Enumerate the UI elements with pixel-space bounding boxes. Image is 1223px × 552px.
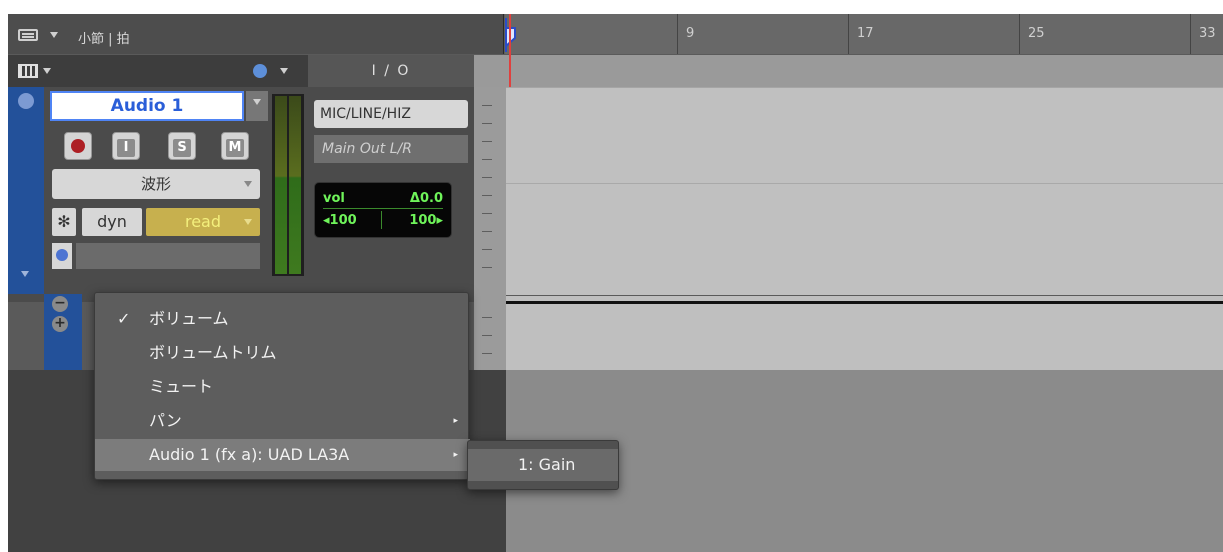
vol-divider [323, 208, 443, 209]
plus-icon[interactable]: + [52, 316, 68, 332]
submenu-item-gain[interactable]: 1: Gain [468, 449, 618, 481]
input-label: I [117, 139, 135, 157]
plugin-parameter-submenu: 1: Gain [467, 440, 619, 490]
gutter-tick [482, 213, 492, 214]
minus-icon[interactable]: − [52, 296, 68, 312]
submenu-arrow-icon: ▸ [453, 450, 458, 460]
ruler-gutter [474, 87, 506, 370]
chevron-down-icon[interactable] [50, 32, 58, 38]
automation-lane-menu: ✓ ボリューム ボリュームトリム ミュート パン ▸ Audio 1 (fx a… [94, 292, 470, 480]
gutter-tick [482, 231, 492, 232]
bars-icon[interactable] [18, 29, 38, 41]
gutter-tick [482, 249, 492, 250]
solo-label: S [173, 139, 191, 157]
bar-number: 17 [857, 26, 874, 41]
volume-pan-display[interactable]: vol Δ0.0 ◂100 100▸ [314, 182, 452, 238]
record-icon [71, 139, 85, 153]
menu-item-volume-trim[interactable]: ボリュームトリム [95, 337, 470, 369]
gutter-tick [482, 105, 492, 106]
chevron-down-icon [253, 99, 261, 105]
track-color-bar-lower: − + [44, 294, 82, 372]
meter-right [289, 96, 301, 274]
track-name-dropdown[interactable] [246, 91, 268, 121]
bar-number: 25 [1028, 26, 1045, 41]
automation-lane[interactable] [506, 296, 1223, 370]
bar-number: 33 [1199, 26, 1216, 41]
menu-item-label: パン [149, 411, 182, 430]
bar-tick [848, 14, 849, 54]
elastic-audio-button[interactable]: ✻ [52, 208, 76, 236]
track-name-field[interactable]: Audio 1 [50, 91, 244, 121]
meter-left [275, 96, 287, 274]
menu-item-label: ボリュームトリム [149, 343, 277, 362]
blue-circle-icon[interactable] [52, 243, 72, 269]
pan-divider [381, 211, 382, 229]
track-minimize-icon[interactable] [18, 93, 34, 109]
check-icon: ✓ [117, 309, 131, 328]
menu-item-label: ミュート [149, 377, 214, 396]
menu-item-mute[interactable]: ミュート [95, 371, 470, 403]
volume-automation-line[interactable] [506, 301, 1223, 304]
column-header-row: I / O [8, 55, 1223, 87]
input-select[interactable]: MIC/LINE/HIZ [314, 100, 468, 128]
chevron-down-icon[interactable] [280, 68, 288, 74]
menu-item-label: ボリューム [149, 309, 229, 328]
mute-label: M [226, 139, 244, 157]
gutter-tick [482, 267, 492, 268]
menu-item-volume[interactable]: ✓ ボリューム [95, 303, 470, 335]
chevron-down-icon [244, 181, 252, 187]
solo-button[interactable]: S [168, 132, 196, 160]
menu-item-label: Audio 1 (fx a): UAD LA3A [149, 445, 350, 464]
gutter-tick [482, 195, 492, 196]
gutter-tick [482, 317, 492, 318]
pro-tools-edit-window: 小節 | 拍 9 17 25 33 I / O − + Audio 1 I S … [8, 14, 1223, 552]
lane-center-line [506, 183, 1223, 184]
gutter-tick [482, 159, 492, 160]
submenu-arrow-icon: ▸ [453, 416, 458, 426]
chevron-down-icon[interactable] [21, 271, 29, 277]
bar-ruler[interactable]: 9 17 25 33 [505, 14, 1223, 54]
mute-button[interactable]: M [221, 132, 249, 160]
voice-field[interactable] [76, 243, 260, 269]
gutter-tick [482, 141, 492, 142]
timeline-header [474, 55, 1223, 87]
input-monitor-button[interactable]: I [112, 132, 140, 160]
playhead-flag-icon[interactable] [505, 18, 517, 52]
gutter-tick [482, 177, 492, 178]
dyn-button[interactable]: dyn [82, 208, 142, 236]
ruler-header: 小節 | 拍 [8, 14, 504, 54]
gutter-tick [482, 353, 492, 354]
pan-right[interactable]: 100▸ [409, 213, 443, 228]
record-button[interactable] [64, 132, 92, 160]
ruler-bar: 小節 | 拍 9 17 25 33 [8, 14, 1223, 54]
io-column-header: I / O [308, 55, 474, 87]
vol-label: vol [323, 191, 345, 206]
playhead-line [509, 14, 511, 87]
level-meter [272, 94, 304, 276]
gutter-tick [482, 123, 492, 124]
chevron-down-icon[interactable] [43, 68, 51, 74]
column-icon[interactable] [18, 64, 38, 78]
bar-tick [1019, 14, 1020, 54]
gutter-tick [482, 335, 492, 336]
output-select[interactable]: Main Out L/R [314, 135, 468, 163]
menu-item-plugin[interactable]: Audio 1 (fx a): UAD LA3A ▸ [95, 439, 470, 471]
bar-tick [677, 14, 678, 54]
automation-mode-select[interactable]: read [146, 208, 260, 236]
vol-value: Δ0.0 [409, 191, 443, 206]
track-view-select[interactable]: 波形 [52, 169, 260, 199]
track-color-bar[interactable] [8, 87, 44, 294]
ruler-label[interactable]: 小節 | 拍 [78, 28, 130, 47]
clock-icon[interactable] [253, 64, 267, 78]
pan-left[interactable]: ◂100 [323, 213, 357, 228]
chevron-down-icon [244, 219, 252, 225]
bar-tick [1190, 14, 1191, 54]
menu-item-pan[interactable]: パン ▸ [95, 405, 470, 437]
bar-number: 9 [686, 26, 695, 41]
audio-track-lane[interactable] [506, 87, 1223, 295]
